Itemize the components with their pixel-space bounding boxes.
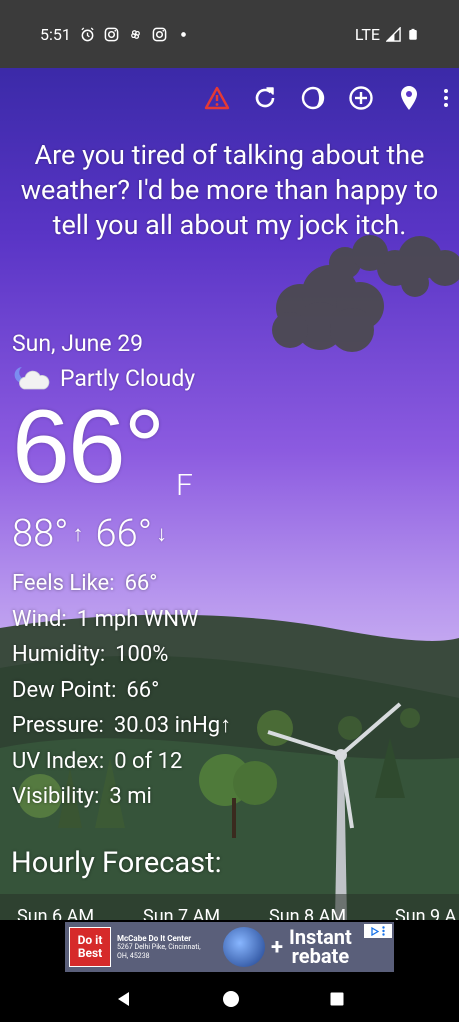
low-arrow-icon: ↓	[156, 522, 168, 547]
hour-cell[interactable]: Sun 6 AM	[0, 894, 126, 920]
detail-row-humidity: Humidity: 100%	[12, 637, 231, 673]
home-icon[interactable]	[221, 989, 241, 1009]
ad-cta-line2: rebate	[291, 944, 350, 968]
ad-cta: Instant rebate	[289, 927, 352, 968]
detail-label: Wind:	[12, 606, 67, 632]
ad-plus-icon: +	[271, 934, 283, 960]
detail-value: 66°	[126, 677, 160, 703]
hourly-forecast-strip[interactable]: Sun 6 AM Sun 7 AM Sun 8 AM Sun 9 A	[0, 894, 459, 920]
overflow-menu-button[interactable]	[433, 82, 459, 114]
hour-cell[interactable]: Sun 7 AM	[126, 894, 252, 920]
ad-logo: Do it Best	[69, 927, 111, 967]
status-bar: 5:51 LTE	[0, 0, 459, 68]
detail-label: Dew Point:	[12, 677, 117, 703]
dot-icon	[181, 31, 186, 37]
hourly-forecast-title: Hourly Forecast:	[11, 846, 222, 880]
alert-button[interactable]	[193, 82, 241, 114]
current-temperature: 66°	[12, 389, 165, 505]
detail-label: Pressure:	[12, 713, 104, 738]
high-temp: 88°	[12, 512, 69, 556]
location-pin-icon	[401, 86, 417, 110]
weather-details: Feels Like: 66° Wind: 1 mph WNW Humidity: 1…	[12, 566, 231, 815]
detail-value: 0 of 12	[114, 748, 183, 774]
ad-store-info: McCabe Do It Center 5267 Delhi Pike, Cin…	[117, 934, 217, 961]
temperature-unit: F	[176, 468, 193, 503]
back-icon[interactable]	[115, 990, 133, 1008]
condition-label: Partly Cloudy	[60, 364, 196, 392]
snarky-quote: Are you tired of talking about the weath…	[20, 139, 439, 241]
alarm-icon	[81, 26, 94, 41]
detail-label: Humidity:	[12, 642, 106, 667]
high-arrow-icon: ↑	[72, 522, 84, 547]
battery-icon	[409, 28, 417, 40]
instagram-icon	[152, 27, 167, 41]
detail-value: 100%	[115, 642, 169, 667]
detail-row-dew-point: Dew Point: 66°	[12, 673, 231, 709]
weather-scene: Are you tired of talking about the weath…	[0, 68, 459, 920]
moon-phase-button[interactable]	[289, 82, 337, 114]
recents-icon[interactable]	[329, 991, 345, 1007]
detail-row-wind: Wind: 1 mph WNW	[12, 602, 231, 638]
ad-choices-icon[interactable]	[364, 924, 392, 938]
detail-row-feels-like: Feels Like: 66°	[12, 566, 231, 602]
detail-row-pressure: Pressure: 30.03 inHg↑	[12, 708, 231, 744]
refresh-button[interactable]	[241, 82, 289, 114]
low-temp: 66°	[95, 512, 153, 556]
moon-phase-icon	[301, 86, 325, 110]
partly-cloudy-night-icon	[14, 367, 50, 390]
detail-label: Visibility:	[12, 784, 100, 809]
add-location-icon	[349, 86, 373, 110]
detail-row-visibility: Visibility: 3 mi	[12, 779, 231, 815]
detail-label: UV Index:	[12, 748, 105, 774]
ad-address-line1: 5267 Delhi Pike, Cincinnati,	[117, 942, 201, 951]
detail-value: 30.03 inHg↑	[113, 713, 232, 738]
hour-cell[interactable]: Sun 9 A	[378, 894, 459, 920]
system-navigation-bar	[0, 976, 459, 1022]
instagram-icon	[104, 27, 119, 41]
action-toolbar	[193, 82, 459, 114]
current-date: Sun, June 29	[12, 330, 144, 357]
ad-banner[interactable]: Do it Best McCabe Do It Center 5267 Delh…	[65, 922, 394, 972]
detail-value: 1 mph WNW	[76, 606, 199, 632]
network-type: LTE	[354, 24, 380, 44]
add-location-button[interactable]	[337, 82, 385, 114]
hour-cell[interactable]: Sun 8 AM	[252, 894, 378, 920]
more-vert-icon	[444, 89, 448, 107]
refresh-icon	[255, 87, 275, 108]
detail-value: 3 mi	[109, 784, 152, 809]
current-condition: Partly Cloudy	[12, 364, 195, 392]
status-time: 5:51	[40, 24, 71, 44]
location-button[interactable]	[385, 82, 433, 114]
high-low-temps: 88° ↑ 66° ↓	[12, 512, 175, 556]
signal-icon	[386, 26, 401, 42]
pinwheel-icon	[130, 29, 140, 39]
detail-value: 66°	[124, 571, 158, 596]
detail-row-uv-index: UV Index: 0 of 12	[12, 744, 231, 780]
ad-area: Do it Best McCabe Do It Center 5267 Delh…	[0, 920, 459, 976]
ad-address-line2: OH, 45238	[117, 951, 150, 960]
warning-icon	[204, 86, 230, 110]
detail-label: Feels Like:	[12, 571, 115, 596]
ad-brand-badge	[223, 927, 265, 967]
ad-store-name: McCabe Do It Center	[117, 933, 192, 943]
